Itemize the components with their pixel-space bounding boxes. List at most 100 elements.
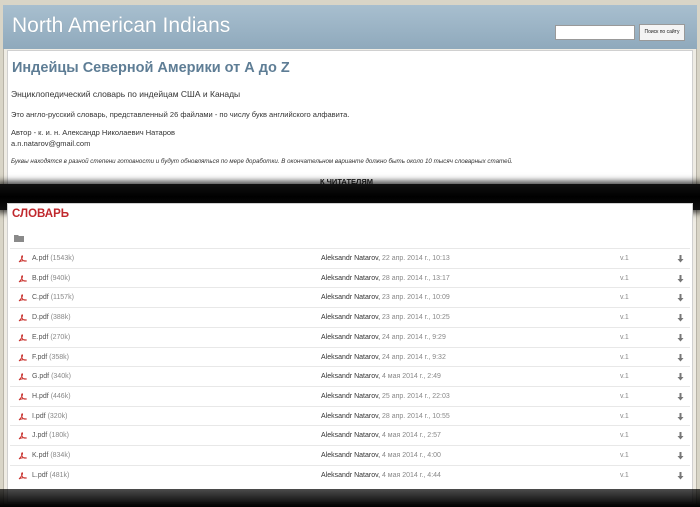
file-name[interactable]: I.pdf xyxy=(32,413,46,420)
file-version[interactable]: v.1 xyxy=(620,334,629,341)
file-name[interactable]: A.pdf xyxy=(32,255,48,262)
file-version[interactable]: v.1 xyxy=(620,393,629,400)
file-link[interactable]: A.pdf (1543k) xyxy=(32,255,74,262)
file-author: Aleksandr Natarov, xyxy=(321,412,381,420)
download-icon[interactable] xyxy=(677,452,684,460)
file-author: Aleksandr Natarov, xyxy=(321,353,381,361)
file-date: 23 апр. 2014 г., 10:25 xyxy=(381,314,450,322)
email-link[interactable]: a.n.natarov@gmail.com xyxy=(11,139,90,148)
download-icon[interactable] xyxy=(677,432,684,440)
file-name[interactable]: B.pdf xyxy=(32,275,48,282)
file-name[interactable]: L.pdf xyxy=(32,472,48,479)
file-date: 24 апр. 2014 г., 9:29 xyxy=(381,333,446,341)
file-version[interactable]: v.1 xyxy=(620,275,629,282)
pdf-icon xyxy=(18,274,27,283)
pdf-icon xyxy=(18,432,27,440)
file-version[interactable]: v.1 xyxy=(620,472,629,479)
file-author: Aleksandr Natarov, xyxy=(321,274,381,282)
file-row: B.pdf (940k) Aleksandr Natarov, 28 апр. 2… xyxy=(10,267,690,288)
subtitle: Энциклопедический словарь по индейцам СШ… xyxy=(11,89,241,99)
file-link[interactable]: I.pdf (320k) xyxy=(32,413,67,420)
file-link[interactable]: D.pdf (388k) xyxy=(32,314,71,321)
file-name[interactable]: E.pdf xyxy=(32,334,48,341)
pdf-icon xyxy=(18,393,27,401)
page-title: Индейцы Северной Америки от А до Z xyxy=(12,60,290,76)
file-author: Aleksandr Natarov, xyxy=(321,471,381,479)
file-author: Aleksandr Natarov, xyxy=(321,314,381,322)
file-version[interactable]: v.1 xyxy=(620,255,629,262)
file-link[interactable]: J.pdf (180k) xyxy=(32,432,69,439)
pdf-icon xyxy=(18,373,27,381)
file-row: E.pdf (270k) Aleksandr Natarov, 24 апр. 2… xyxy=(10,326,690,347)
file-size: (446k) xyxy=(50,392,71,400)
download-icon[interactable] xyxy=(677,314,684,322)
file-link[interactable]: F.pdf (358k) xyxy=(32,354,69,361)
folder-icon[interactable] xyxy=(14,234,24,242)
file-version[interactable]: v.1 xyxy=(620,452,629,459)
author-line: Автор - к. и. н. Александр Николаевич На… xyxy=(11,128,176,137)
file-size: (270k) xyxy=(50,333,71,341)
file-name[interactable]: G.pdf xyxy=(32,373,49,380)
pdf-icon xyxy=(18,412,27,420)
file-version[interactable]: v.1 xyxy=(620,432,629,439)
file-date: 4 мая 2014 г., 4:44 xyxy=(381,471,441,479)
file-author-info: Aleksandr Natarov, 24 апр. 2014 г., 9:29 xyxy=(321,334,446,341)
file-row: C.pdf (1157k) Aleksandr Natarov, 23 апр. … xyxy=(10,287,690,307)
file-link[interactable]: K.pdf (834k) xyxy=(32,452,70,459)
file-name[interactable]: F.pdf xyxy=(32,354,47,361)
file-link[interactable]: H.pdf (446k) xyxy=(32,393,71,400)
file-link[interactable]: L.pdf (481k) xyxy=(32,472,69,479)
file-author-info: Aleksandr Natarov, 4 мая 2014 г., 4:44 xyxy=(321,472,441,479)
file-date: 25 апр. 2014 г., 22:03 xyxy=(381,392,450,400)
file-author-info: Aleksandr Natarov, 23 апр. 2014 г., 10:0… xyxy=(321,294,450,301)
file-name[interactable]: J.pdf xyxy=(32,432,47,439)
download-icon[interactable] xyxy=(677,274,684,283)
file-size: (940k) xyxy=(50,274,71,282)
download-icon[interactable] xyxy=(677,255,684,263)
file-row: F.pdf (358k) Aleksandr Natarov, 24 апр. 2… xyxy=(10,346,690,367)
file-row: L.pdf (481k) Aleksandr Natarov, 4 мая 201… xyxy=(10,464,690,485)
file-name[interactable]: H.pdf xyxy=(32,393,49,400)
file-date: 4 мая 2014 г., 2:57 xyxy=(381,432,441,440)
file-author: Aleksandr Natarov, xyxy=(321,255,381,262)
file-row: K.pdf (834k) Aleksandr Natarov, 4 мая 201… xyxy=(10,445,690,465)
pdf-icon xyxy=(18,353,27,361)
search-input[interactable] xyxy=(555,25,635,40)
file-name[interactable]: C.pdf xyxy=(32,294,49,301)
download-icon[interactable] xyxy=(677,353,684,362)
file-link[interactable]: E.pdf (270k) xyxy=(32,334,70,341)
file-size: (834k) xyxy=(50,452,71,459)
file-link[interactable]: B.pdf (940k) xyxy=(32,275,70,282)
file-author: Aleksandr Natarov, xyxy=(321,294,381,302)
file-version[interactable]: v.1 xyxy=(620,294,629,301)
file-version[interactable]: v.1 xyxy=(620,354,629,361)
download-icon[interactable] xyxy=(677,294,684,302)
download-icon[interactable] xyxy=(677,412,684,421)
file-link[interactable]: C.pdf (1157k) xyxy=(32,294,74,301)
file-name[interactable]: D.pdf xyxy=(32,314,49,321)
site-title[interactable]: North American Indians xyxy=(12,14,230,38)
download-icon[interactable] xyxy=(677,392,684,401)
description: Это англо-русский словарь, представленны… xyxy=(11,110,350,119)
file-name[interactable]: K.pdf xyxy=(32,452,48,459)
file-link[interactable]: G.pdf (340k) xyxy=(32,373,71,380)
file-author-info: Aleksandr Natarov, 4 мая 2014 г., 4:00 xyxy=(321,452,441,459)
pdf-icon xyxy=(18,452,27,460)
file-date: 28 апр. 2014 г., 13:17 xyxy=(381,274,450,282)
file-author-info: Aleksandr Natarov, 28 апр. 2014 г., 13:1… xyxy=(321,275,450,282)
file-version[interactable]: v.1 xyxy=(620,373,629,380)
file-author-info: Aleksandr Natarov, 23 апр. 2014 г., 10:2… xyxy=(321,314,450,321)
file-size: (388k) xyxy=(50,314,71,322)
search-button[interactable]: Поиск по сайту xyxy=(639,24,685,41)
file-version[interactable]: v.1 xyxy=(620,413,629,420)
pdf-icon xyxy=(18,334,27,342)
file-date: 4 мая 2014 г., 2:49 xyxy=(381,373,441,381)
file-author: Aleksandr Natarov, xyxy=(321,392,381,400)
download-icon[interactable] xyxy=(677,471,684,480)
pdf-icon xyxy=(18,314,27,322)
file-date: 22 апр. 2014 г., 10:13 xyxy=(381,255,450,262)
download-icon[interactable] xyxy=(677,333,684,342)
download-icon[interactable] xyxy=(677,373,684,381)
file-version[interactable]: v.1 xyxy=(620,314,629,321)
dictionary-title: СЛОВАРЬ xyxy=(12,208,70,220)
